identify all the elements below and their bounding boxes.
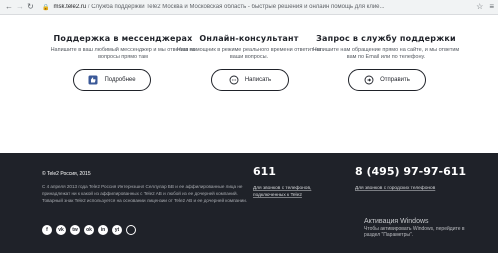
lock-icon[interactable]: 🔒 (42, 4, 49, 11)
activation-title: Активация Windows (364, 218, 429, 225)
send-arrow-icon (364, 75, 374, 85)
support-section: Поддержка в мессенджерах Напишите в ваш … (0, 15, 498, 153)
messengers-more-button[interactable]: Подробнее (73, 69, 151, 91)
accessibility-icon[interactable]: ◑ (126, 225, 136, 235)
request-send-button[interactable]: Отправить (348, 69, 426, 91)
instagram-icon[interactable]: in (98, 225, 108, 235)
twitter-icon[interactable]: tw (70, 225, 80, 235)
request-send-label: Отправить (380, 77, 410, 83)
consultant-text: Наш помощник в режиме реального времени … (176, 47, 322, 60)
windows-activation-watermark: Активация Windows Чтобы активировать Win… (364, 217, 498, 238)
url-host: msk.tele2.ru (53, 4, 87, 10)
url-separator: / (87, 4, 90, 10)
social-links: f vk tw ok in yt ◑ (42, 225, 136, 235)
consultant-write-label: Написать (244, 77, 272, 83)
vk-icon[interactable]: vk (56, 225, 66, 235)
legal-notice: С 4 апреля 2013 года Tele2 Россия Интерн… (42, 184, 248, 203)
consultant-column: Онлайн-консультант Наш помощник в режиме… (174, 34, 324, 61)
consultant-title: Онлайн-консультант (199, 34, 299, 43)
browser-nav: ← → ↻ (0, 3, 34, 11)
reload-icon[interactable]: ↻ (27, 3, 34, 11)
browser-toolbar: ← → ↻ 🔒 msk.tele2.ru / Служба поддержки … (0, 0, 498, 15)
short-number-caption: Для звонков с телефонов, подключенных к … (253, 186, 312, 198)
site-footer: © Tele2 Россия, 2015 С 4 апреля 2013 год… (0, 153, 498, 253)
bookmark-star-icon[interactable]: ☆ (476, 2, 483, 11)
request-text: Напишите нам обращение прямо на сайте, и… (312, 47, 460, 60)
chat-bubble-icon (229, 75, 239, 85)
long-number-caption: Для звонков с городских телефонов (355, 186, 436, 191)
url-page-title: Служба поддержки Tele2 Москва и Московск… (91, 4, 385, 10)
facebook-icon[interactable]: f (42, 225, 52, 235)
forward-icon[interactable]: → (16, 3, 24, 11)
long-number[interactable]: 8 (495) 97-97-611 (355, 165, 466, 178)
request-title: Запрос в службу поддержки (316, 34, 456, 43)
request-column: Запрос в службу поддержки Напишите нам о… (311, 34, 461, 61)
short-number[interactable]: 611 (253, 165, 276, 178)
browser-actions: ☆ ≡ (476, 2, 494, 11)
back-icon[interactable]: ← (5, 3, 13, 11)
consultant-write-button[interactable]: Написать (211, 69, 289, 91)
activation-line-2: раздел "Параметры". (364, 232, 414, 238)
copyright: © Tele2 Россия, 2015 (42, 171, 91, 177)
youtube-icon[interactable]: yt (112, 225, 122, 235)
menu-icon[interactable]: ≡ (489, 2, 494, 11)
thumbs-up-icon (88, 75, 98, 85)
address-bar[interactable]: msk.tele2.ru / Служба поддержки Tele2 Мо… (53, 4, 453, 10)
odnoklassniki-icon[interactable]: ok (84, 225, 94, 235)
messengers-more-label: Подробнее (104, 77, 136, 83)
